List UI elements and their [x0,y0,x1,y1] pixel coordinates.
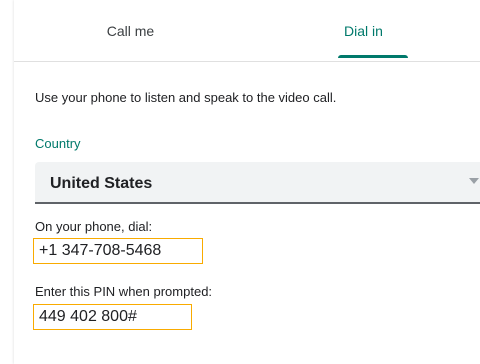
active-tab-indicator [338,55,408,58]
tab-call-me-label: Call me [106,23,155,39]
pin-value[interactable]: 449 402 800# [39,308,137,326]
dial-label: On your phone, dial: [35,219,153,234]
country-label: Country [35,136,81,151]
dropdown-arrow-icon [469,178,479,184]
pin-box: 449 402 800# [33,304,192,330]
country-select[interactable]: United States [35,162,480,204]
tab-call-me[interactable]: Call me [14,0,247,62]
phone-number-box: +1 347-708-5468 [33,238,203,264]
tab-dial-in-label: Dial in [344,23,383,39]
tab-bar: Call me Dial in [14,0,480,62]
country-select-value: United States [50,175,153,192]
dial-in-panel: Call me Dial in Use your phone to listen… [14,0,480,364]
pin-label: Enter this PIN when prompted: [35,284,213,299]
phone-number[interactable]: +1 347-708-5468 [39,242,161,260]
instructions-text: Use your phone to listen and speak to th… [35,90,337,105]
tab-dial-in[interactable]: Dial in [247,0,480,62]
